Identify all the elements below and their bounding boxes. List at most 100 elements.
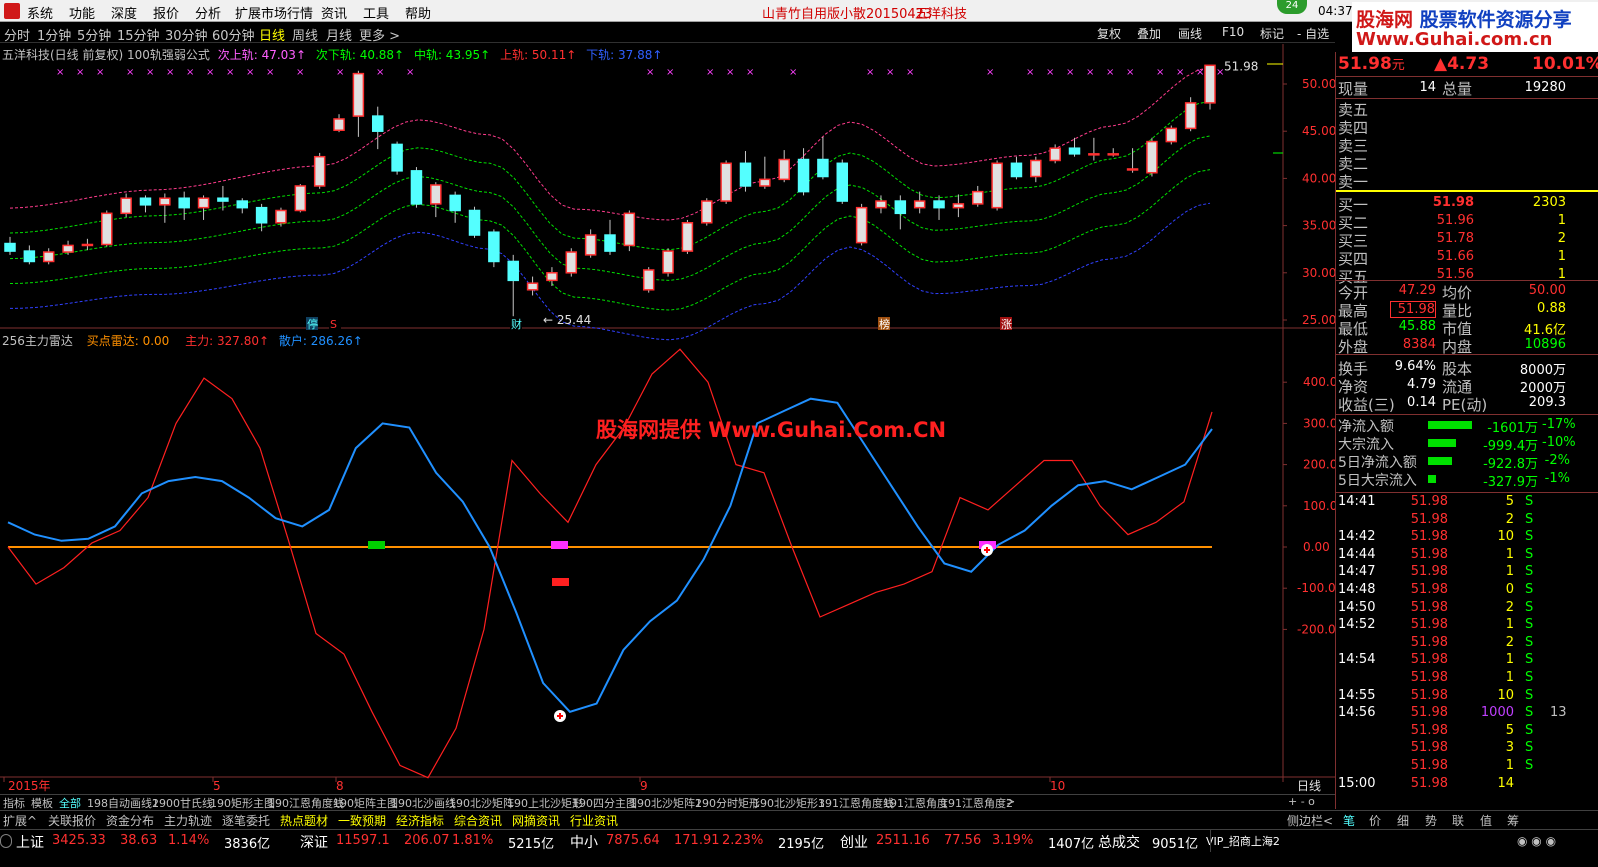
signal-marker: × — [296, 67, 304, 78]
f10-button[interactable]: F10 — [1222, 25, 1244, 39]
side-tab[interactable]: 联 — [1452, 812, 1464, 829]
indicator-tab[interactable]: 190北沙画线 — [391, 795, 456, 811]
indicator-tab[interactable]: 190矩阵主图 — [333, 795, 398, 811]
menu-help[interactable]: 帮助 — [405, 3, 431, 22]
side-tab[interactable]: 细 — [1397, 812, 1409, 829]
indicator-tab[interactable]: 1900甘氏线 — [152, 795, 213, 811]
watchlist-button[interactable]: - 自选 — [1297, 25, 1329, 42]
period-30min[interactable]: 30分钟 — [165, 25, 208, 44]
link-item[interactable]: 主力轨迹 — [164, 812, 212, 829]
link-item[interactable]: 行业资讯 — [570, 812, 618, 829]
tick-time: 14:52 — [1338, 617, 1376, 633]
app-version-title: 山青竹自用版小散20150423 — [762, 7, 933, 22]
candle — [1088, 137, 1100, 161]
link-item[interactable]: 逐笔委托 — [222, 812, 270, 829]
candle-body — [391, 143, 403, 172]
period-1min[interactable]: 1分钟 — [37, 25, 71, 44]
period-monthly[interactable]: 月线 — [326, 25, 352, 44]
period-intraday[interactable]: 分时 — [4, 25, 30, 44]
menu-function[interactable]: 功能 — [69, 3, 95, 22]
candle-body — [488, 231, 500, 263]
flow-bar — [1428, 439, 1456, 447]
event-tag: 停 — [306, 317, 318, 331]
period-60min[interactable]: 60分钟 — [212, 25, 255, 44]
mark-button[interactable]: 标记 — [1260, 25, 1284, 42]
period-more[interactable]: 更多 > — [359, 25, 400, 44]
menu-quote[interactable]: 报价 — [153, 3, 179, 22]
side-tab[interactable]: 侧边栏< — [1287, 812, 1333, 829]
indicator-tab[interactable]: > — [1006, 795, 1015, 808]
zoom-controls[interactable]: + - o — [1288, 795, 1315, 808]
indicator-tab[interactable]: 190北沙矩形3 — [753, 795, 825, 811]
draw-button[interactable]: 画线 — [1178, 25, 1202, 42]
link-item[interactable]: 关联报价 — [48, 812, 96, 829]
side-tab[interactable]: 值 — [1480, 812, 1492, 829]
indicator-tab[interactable]: 190矩形主图 — [210, 795, 275, 811]
indicator-tab[interactable]: 190四分主图 — [572, 795, 637, 811]
link-item[interactable]: 扩展^ — [3, 812, 37, 829]
signal-marker: × — [186, 67, 194, 78]
side-tab[interactable]: 笔 — [1343, 812, 1355, 829]
side-tab[interactable]: 价 — [1369, 812, 1381, 829]
candle — [294, 184, 307, 213]
menu-depth[interactable]: 深度 — [111, 3, 137, 22]
tick-volume: 1 — [1505, 652, 1514, 668]
candle — [81, 238, 94, 251]
indicator-tab[interactable]: 指标 — [3, 795, 25, 811]
menu-system[interactable]: 系统 — [27, 3, 53, 22]
link-item[interactable]: 经济指标 — [396, 812, 444, 829]
server-info[interactable]: VIP_招商上海2 — [1206, 833, 1280, 849]
chart-area[interactable]: 五洋科技(日线 前复权) 100轨强弱公式 次上轨: 47.03↑ 次下轨: 4… — [0, 44, 1335, 794]
link-item[interactable]: 热点题材 — [280, 812, 328, 829]
buy-level-price: 51.96 — [1436, 213, 1474, 228]
index-value: 11597.1 — [336, 833, 390, 848]
stat-label: PE(动) — [1442, 396, 1488, 414]
total-turnover-label: 总成交 — [1098, 835, 1140, 851]
link-item[interactable]: 资金分布 — [106, 812, 154, 829]
period-weekly[interactable]: 周线 — [292, 25, 318, 44]
link-item[interactable]: 一致预期 — [338, 812, 386, 829]
signal-marker: × — [646, 67, 654, 78]
tick-price: 51.98 — [1410, 740, 1448, 756]
indicator-tab[interactable]: 模板 — [31, 795, 53, 811]
indicator-tab[interactable]: 全部 — [59, 795, 81, 811]
status-tools-icon[interactable]: ◉ ◉ ◉ — [1517, 834, 1556, 848]
tick-volume: 2 — [1505, 511, 1514, 527]
candle — [817, 136, 829, 180]
signal-marker: × — [246, 67, 254, 78]
menu-news[interactable]: 资讯 — [321, 3, 347, 22]
total-volume-label: 总量 — [1442, 80, 1473, 98]
period-5min[interactable]: 5分钟 — [77, 25, 111, 44]
flow-value: -327.9万 — [1483, 475, 1538, 490]
candle-body — [817, 158, 829, 178]
indicator-tab[interactable]: 191江恩角度2 — [941, 795, 1013, 811]
tick-volume: 1 — [1505, 546, 1514, 562]
period-15min[interactable]: 15分钟 — [117, 25, 160, 44]
adjust-button[interactable]: 复权 — [1097, 25, 1121, 42]
period-daily[interactable]: 日线 — [259, 25, 285, 44]
menu-analysis[interactable]: 分析 — [195, 3, 221, 22]
ad-banner[interactable]: 股海网 股票软件资源分享 Www.Guhai.com.cn — [1352, 2, 1598, 52]
indicator-tab[interactable]: 190北沙矩阵 — [449, 795, 514, 811]
notification-badge[interactable]: 24 — [1277, 0, 1307, 14]
candle-body — [526, 282, 539, 291]
link-item[interactable]: 网摘资讯 — [512, 812, 560, 829]
signal-marker: × — [706, 67, 714, 78]
menu-extended-market[interactable]: 扩展市场行情 — [235, 3, 313, 22]
link-item[interactable]: 综合资讯 — [454, 812, 502, 829]
overlay-button[interactable]: 叠加 — [1137, 25, 1161, 42]
signal-marker: × — [1086, 67, 1094, 78]
candle-body — [159, 197, 171, 206]
indicator-tab[interactable]: 190分时矩形 — [695, 795, 760, 811]
indicator-tab[interactable]: 191江恩角度 — [883, 795, 948, 811]
indicator-tab[interactable]: 190北沙矩阵2 — [630, 795, 702, 811]
candle-body — [120, 197, 132, 215]
tick-volume: 1 — [1505, 758, 1514, 773]
tick-time: 14:55 — [1338, 687, 1376, 703]
tick-price: 51.98 — [1410, 494, 1448, 509]
menu-tools[interactable]: 工具 — [363, 3, 389, 22]
side-tab[interactable]: 筹 — [1507, 812, 1519, 829]
indicator-tab[interactable]: 198自动画线2 — [87, 795, 159, 811]
stat-value: 45.88 — [1398, 319, 1436, 334]
side-tab[interactable]: 势 — [1425, 812, 1437, 829]
